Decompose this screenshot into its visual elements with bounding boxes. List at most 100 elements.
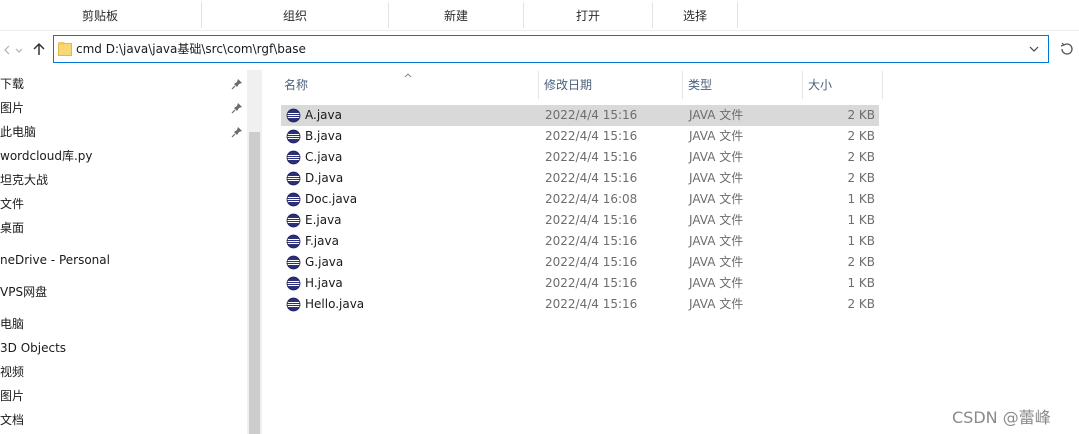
nav-item-desktop[interactable]: 桌面 <box>0 218 24 238</box>
file-modified-date: 2022/4/4 15:16 <box>545 150 638 164</box>
file-name: Doc.java <box>305 192 358 206</box>
column-divider[interactable] <box>538 71 539 99</box>
java-file-icon <box>286 108 301 123</box>
file-modified-date: 2022/4/4 15:16 <box>545 255 638 269</box>
java-file-icon <box>286 297 301 312</box>
java-file-icon <box>286 150 301 165</box>
nav-item-downloads[interactable]: 下载 <box>0 74 24 94</box>
column-header-date[interactable]: 修改日期 <box>540 71 682 99</box>
ribbon-group-select[interactable]: 选择 <box>653 0 737 30</box>
folder-icon <box>58 41 72 57</box>
nav-item-wordcloud[interactable]: wordcloud库.py <box>0 146 93 166</box>
file-type: JAVA 文件 <box>689 255 744 269</box>
file-size: 1 KB <box>847 192 875 206</box>
pin-icon[interactable] <box>231 126 243 138</box>
file-modified-date: 2022/4/4 15:16 <box>545 234 638 248</box>
ribbon: 剪贴板 组织 新建 打开 选择 <box>0 0 1079 31</box>
back-arrow-icon[interactable] <box>2 40 12 60</box>
java-file-icon <box>286 276 301 291</box>
nav-item-pictures-2[interactable]: 图片 <box>0 386 24 406</box>
file-name: Hello.java <box>305 297 365 311</box>
file-type: JAVA 文件 <box>689 129 744 143</box>
up-arrow-icon[interactable] <box>30 38 48 60</box>
file-name: D.java <box>305 171 344 185</box>
nav-item-wps-drive[interactable]: VPS网盘 <box>0 282 47 302</box>
file-modified-date: 2022/4/4 15:16 <box>545 276 638 290</box>
file-type: JAVA 文件 <box>689 276 744 290</box>
column-divider[interactable] <box>802 71 803 99</box>
ribbon-group-open[interactable]: 打开 <box>524 0 652 30</box>
file-size: 2 KB <box>847 108 875 122</box>
file-row[interactable]: A.java 2022/4/4 15:16 JAVA 文件 2 KB <box>281 105 879 126</box>
file-row[interactable]: F.java 2022/4/4 15:16 JAVA 文件 1 KB <box>281 231 879 252</box>
java-file-icon <box>286 255 301 270</box>
nav-item-computer[interactable]: 电脑 <box>0 314 24 334</box>
file-size: 1 KB <box>847 234 875 248</box>
address-input[interactable]: cmd D:\java\java基础\src\com\rgf\base <box>76 36 306 62</box>
file-modified-date: 2022/4/4 16:08 <box>545 192 638 206</box>
java-file-icon <box>286 234 301 249</box>
file-row[interactable]: D.java 2022/4/4 15:16 JAVA 文件 2 KB <box>281 168 879 189</box>
java-file-icon <box>286 129 301 144</box>
nav-item-3d-objects[interactable]: 3D Objects <box>0 338 66 358</box>
column-divider[interactable] <box>682 71 683 99</box>
file-modified-date: 2022/4/4 15:16 <box>545 108 638 122</box>
file-type: JAVA 文件 <box>689 108 744 122</box>
file-modified-date: 2022/4/4 15:16 <box>545 213 638 227</box>
file-type: JAVA 文件 <box>689 297 744 311</box>
file-size: 2 KB <box>847 297 875 311</box>
nav-item-videos[interactable]: 视频 <box>0 362 24 382</box>
file-row[interactable]: G.java 2022/4/4 15:16 JAVA 文件 2 KB <box>281 252 879 273</box>
file-size: 2 KB <box>847 171 875 185</box>
java-file-icon <box>286 171 301 186</box>
file-name: E.java <box>305 213 342 227</box>
java-file-icon <box>286 213 301 228</box>
ribbon-divider <box>737 2 738 28</box>
nav-item-onedrive[interactable]: neDrive - Personal <box>0 250 110 270</box>
file-row[interactable]: B.java 2022/4/4 15:16 JAVA 文件 2 KB <box>281 126 879 147</box>
file-row[interactable]: H.java 2022/4/4 15:16 JAVA 文件 1 KB <box>281 273 879 294</box>
refresh-icon[interactable] <box>1059 41 1075 57</box>
file-row[interactable]: E.java 2022/4/4 15:16 JAVA 文件 1 KB <box>281 210 879 231</box>
file-type: JAVA 文件 <box>689 150 744 164</box>
nav-item-this-pc[interactable]: 此电脑 <box>0 122 36 142</box>
file-modified-date: 2022/4/4 15:16 <box>545 297 638 311</box>
nav-item-files[interactable]: 文件 <box>0 194 24 214</box>
nav-scrollbar-thumb[interactable] <box>249 132 260 434</box>
file-size: 1 KB <box>847 213 875 227</box>
ribbon-group-organize[interactable]: 组织 <box>202 0 388 30</box>
file-row[interactable]: C.java 2022/4/4 15:16 JAVA 文件 2 KB <box>281 147 879 168</box>
chevron-down-icon[interactable] <box>14 40 24 60</box>
file-name: A.java <box>305 108 342 122</box>
file-name: F.java <box>305 234 339 248</box>
file-type: JAVA 文件 <box>689 192 744 206</box>
file-size: 2 KB <box>847 150 875 164</box>
chevron-down-icon[interactable] <box>1028 42 1040 56</box>
file-name: B.java <box>305 129 343 143</box>
column-divider[interactable] <box>882 71 883 99</box>
ribbon-group-new[interactable]: 新建 <box>389 0 523 30</box>
file-name: G.java <box>305 255 344 269</box>
file-name: H.java <box>305 276 343 290</box>
pin-icon[interactable] <box>231 78 243 90</box>
file-type: JAVA 文件 <box>689 234 744 248</box>
column-header-size[interactable]: 大小 <box>804 71 882 99</box>
ribbon-group-clipboard[interactable]: 剪贴板 <box>0 0 200 30</box>
pin-icon[interactable] <box>231 102 243 114</box>
nav-item-tank-battle[interactable]: 坦克大战 <box>0 170 48 190</box>
address-bar[interactable]: cmd D:\java\java基础\src\com\rgf\base <box>53 35 1049 63</box>
file-row[interactable]: Doc.java 2022/4/4 16:08 JAVA 文件 1 KB <box>281 189 879 210</box>
file-size: 1 KB <box>847 276 875 290</box>
nav-item-pictures[interactable]: 图片 <box>0 98 24 118</box>
file-name: C.java <box>305 150 343 164</box>
watermark: CSDN @蕾峰 <box>952 408 1051 427</box>
file-modified-date: 2022/4/4 15:16 <box>545 171 638 185</box>
column-header-name[interactable]: 名称 <box>280 71 538 99</box>
nav-item-documents[interactable]: 文档 <box>0 410 24 430</box>
file-row[interactable]: Hello.java 2022/4/4 15:16 JAVA 文件 2 KB <box>281 294 879 315</box>
file-type: JAVA 文件 <box>689 213 744 227</box>
column-header-type[interactable]: 类型 <box>684 71 802 99</box>
java-file-icon <box>286 192 301 207</box>
file-size: 2 KB <box>847 129 875 143</box>
file-type: JAVA 文件 <box>689 171 744 185</box>
